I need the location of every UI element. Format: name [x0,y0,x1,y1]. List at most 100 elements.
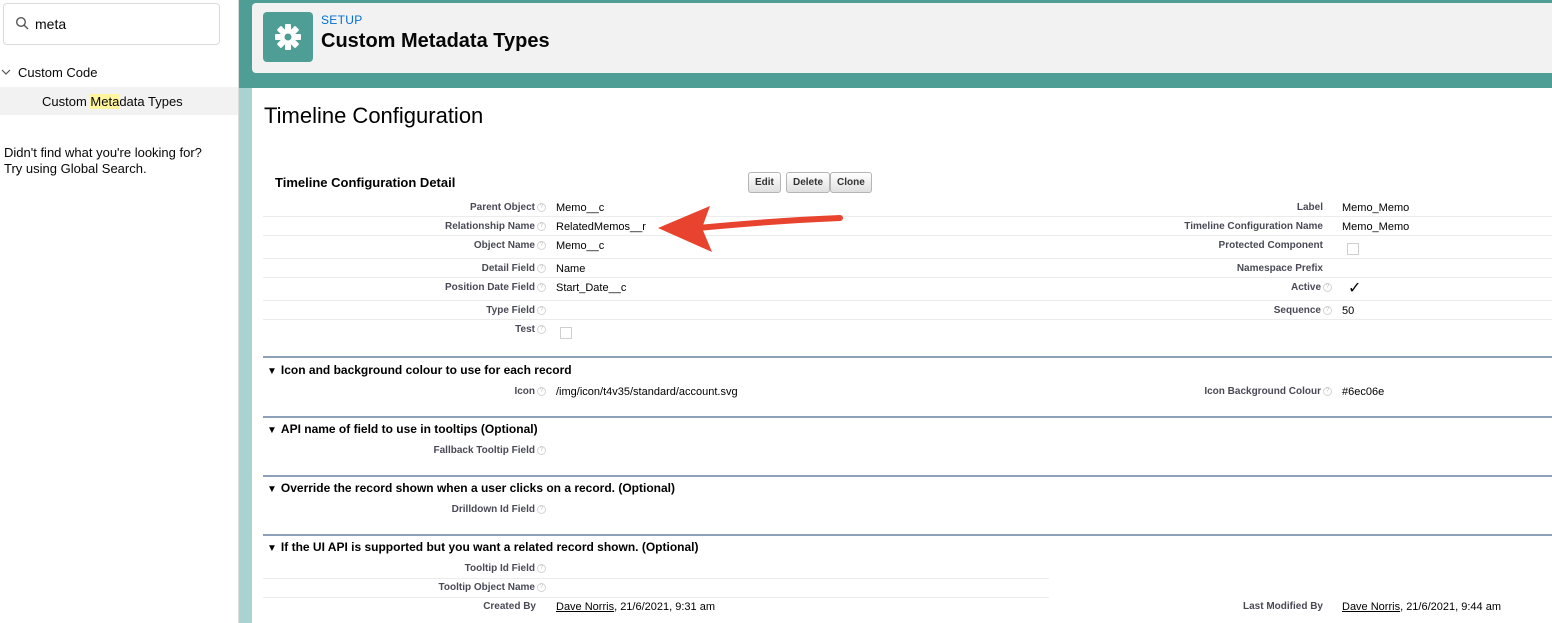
delete-button[interactable]: Delete [786,172,831,193]
section-divider [263,475,1552,477]
collapse-triangle-icon: ▼ [267,366,277,377]
field-value-object-name: Memo__c [556,240,605,252]
field-label-sequence: Sequence? [1274,305,1332,316]
field-value-relationship-name: RelatedMemos__r [556,221,646,233]
section-divider [263,356,1552,358]
section-divider [263,416,1552,418]
label-text: Relationship Name [444,221,535,232]
not-found-line: Didn't find what you're looking for? [4,145,202,160]
field-label-namespace-prefix: Namespace Prefix [1237,263,1323,274]
field-value-label: Memo_Memo [1342,202,1410,214]
field-value-detail-field: Name [556,263,586,275]
collapse-triangle-icon: ▼ [267,484,277,495]
field-label-type-field: Type Field? [486,305,546,316]
label-text: Fallback Tooltip Field [433,445,536,456]
row-divider [263,300,1552,301]
clone-button[interactable]: Clone [830,172,872,193]
section-header-icon[interactable]: ▼ Icon and background colour to use for e… [267,363,572,377]
field-label-parent-object: Parent Object? [470,202,546,213]
help-icon[interactable]: ? [537,263,546,273]
header-eyebrow: SETUP [321,13,363,27]
help-icon[interactable]: ? [537,324,546,334]
row-divider [263,597,1049,598]
tree-item-custom-metadata-types[interactable]: Custom Metadata Types [0,87,238,115]
label-text: Timeline Configuration Name [1184,221,1323,232]
protected-component-checkbox [1347,243,1359,255]
field-value-created-by: Dave Norris, 21/6/2021, 9:31 am [556,601,715,613]
setup-header: SETUP Custom Metadata Types [252,3,1552,73]
field-label-icon-bg-colour: Icon Background Colour? [1204,386,1332,397]
help-icon[interactable]: ? [537,445,546,455]
label-text: Icon [514,386,535,397]
header-title: Custom Metadata Types [321,30,550,52]
label-text: Tooltip Object Name [438,582,536,593]
created-date: , 21/6/2021, 9:31 am [614,601,715,613]
global-search-hint: Try using Global Search. [4,161,147,176]
created-by-user-link[interactable]: Dave Norris [556,601,614,613]
field-label-drilldown-id: Drilldown Id Field? [452,504,546,515]
field-value-position-date: Start_Date__c [556,282,627,294]
edit-button[interactable]: Edit [748,172,781,193]
section-header-ui-api[interactable]: ▼ If the UI API is supported but you want… [267,540,699,554]
section-header-tooltip[interactable]: ▼ API name of field to use in tooltips (O… [267,422,538,436]
field-label-created-by: Created By [483,601,536,612]
help-icon[interactable]: ? [1323,386,1332,396]
tree-item-label: Custom Metadata Types [42,94,183,109]
help-icon[interactable]: ? [537,202,546,212]
label-text: Icon Background Colour [1204,386,1321,397]
field-value-timeline-config-name: Memo_Memo [1342,221,1410,233]
detail-block-title: Timeline Configuration Detail [275,175,456,190]
field-label-test: Test? [515,324,546,335]
label-text: Label [1296,202,1323,213]
quick-find-search[interactable] [3,3,220,45]
section-header-override[interactable]: ▼ Override the record shown when a user c… [267,481,675,495]
section-divider [263,534,1552,536]
field-label-last-modified-by: Last Modified By [1242,601,1323,612]
field-label-detail-field: Detail Field? [482,263,546,274]
field-label-protected-component: Protected Component [1219,240,1323,251]
field-label-relationship-name: Relationship Name? [445,221,546,232]
test-checkbox [560,327,572,339]
field-label-timeline-config-name: Timeline Configuration Name [1184,221,1323,232]
label-part: Custom [42,94,91,109]
help-icon[interactable]: ? [1323,305,1332,315]
label-text: Position Date Field [444,282,535,293]
help-icon[interactable]: ? [537,282,546,292]
field-label-object-name: Object Name? [474,240,546,251]
help-icon[interactable]: ? [1323,282,1332,292]
collapse-triangle-icon: ▼ [267,543,277,554]
label-text: Tooltip Id Field [464,563,535,574]
modified-by-user-link[interactable]: Dave Norris [1342,601,1400,613]
tree-item-custom-code[interactable]: Custom Code [0,62,97,82]
main-content: Timeline Configuration Timeline Configur… [252,88,1552,623]
row-divider [263,258,1552,259]
annotation-arrow-icon [658,206,843,252]
field-value-last-modified-by: Dave Norris, 21/6/2021, 9:44 am [1342,601,1501,613]
label-text: Object Name [473,240,535,251]
search-icon [15,16,29,30]
field-label-fallback-tooltip: Fallback Tooltip Field? [433,445,546,456]
field-label-label: Label [1297,202,1323,213]
modified-date: , 21/6/2021, 9:44 am [1400,601,1501,613]
gear-icon [263,12,313,62]
field-value-sequence: 50 [1342,305,1355,317]
label-text: Type Field [486,305,535,316]
field-value-parent-object: Memo__c [556,202,605,214]
help-icon[interactable]: ? [537,386,546,396]
row-divider [263,235,1552,236]
label-text: Namespace Prefix [1236,263,1323,274]
section-title: If the UI API is supported but you want … [280,540,699,554]
collapse-triangle-icon: ▼ [267,425,277,436]
help-icon[interactable]: ? [537,305,546,315]
help-icon[interactable]: ? [537,582,546,592]
help-icon[interactable]: ? [537,221,546,231]
row-divider [263,319,1552,320]
quick-find-input[interactable] [35,13,205,35]
help-icon[interactable]: ? [537,504,546,514]
help-icon[interactable]: ? [537,563,546,573]
label-text: Drilldown Id Field [451,504,535,515]
field-value-icon-bg-colour: #6ec06e [1342,386,1385,398]
help-icon[interactable]: ? [537,240,546,250]
setup-sidebar: Custom Code Custom Metadata Types Didn't… [0,0,239,623]
search-highlight: Meta [90,94,120,109]
